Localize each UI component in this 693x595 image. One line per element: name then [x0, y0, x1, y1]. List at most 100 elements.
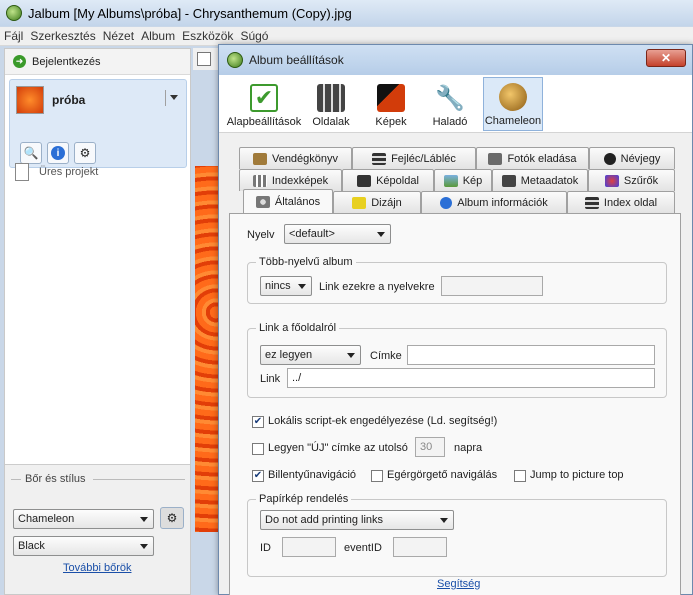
filter-icon	[604, 174, 619, 187]
jalbum-logo-icon	[227, 52, 243, 68]
settings-toolbar: ✔ Alapbeállítások Oldalak Képek 🔧 Haladó…	[219, 75, 692, 133]
language-select-value: <default>	[289, 228, 335, 240]
view-icon[interactable]	[197, 52, 211, 66]
window-titlebar: Jalbum [My Albums\próba] - Chrysanthemum…	[0, 0, 693, 26]
project-thumbnail	[16, 86, 44, 114]
tab-guestbook[interactable]: Vendégkönyv	[239, 147, 352, 169]
skin-select-value: Chameleon	[18, 513, 75, 525]
multilang-link-label: Link ezekre a nyelvekre	[319, 281, 435, 293]
images-icon	[377, 84, 405, 112]
chevron-down-icon[interactable]	[170, 95, 178, 100]
general-tab-panel: Nyelv <default> Több-nyelvű album nincs …	[229, 213, 681, 595]
print-select[interactable]: Do not add printing links	[260, 510, 454, 530]
menu-tools[interactable]: Eszközök	[182, 29, 233, 43]
home-link-select-value: ez legyen	[265, 349, 313, 361]
empty-project-item[interactable]: Üres projekt	[15, 163, 98, 181]
album-settings-dialog: Album beállítások ✕ ✔ Alapbeállítások Ol…	[218, 44, 693, 595]
tab-filters[interactable]: Szűrők	[588, 169, 675, 191]
multilang-select-value: nincs	[265, 280, 291, 292]
more-skins-link[interactable]: További bőrök	[63, 562, 132, 574]
id-input[interactable]	[282, 537, 336, 557]
multilang-legend: Több-nyelvű album	[256, 256, 356, 268]
toolbar-label: Oldalak	[312, 116, 350, 128]
keyboard-nav-label: Billentyűnavigáció	[268, 469, 357, 481]
tab-thumbnails[interactable]: Indexképek	[239, 169, 342, 191]
multilang-select[interactable]: nincs	[260, 276, 312, 296]
multilang-link-input[interactable]	[441, 276, 543, 296]
settings-gear-icon[interactable]: ⚙	[74, 142, 96, 164]
login-row[interactable]: ➜ Bejelentkezés	[5, 49, 190, 75]
tab-label: Névjegy	[620, 152, 661, 165]
close-button[interactable]: ✕	[646, 49, 686, 67]
design-icon	[352, 196, 367, 209]
style-select[interactable]: Black	[13, 536, 154, 556]
toolbar-images-button[interactable]: Képek	[367, 77, 415, 131]
project-name: próba	[52, 93, 86, 107]
tab-label: Indexképek	[271, 174, 329, 187]
tab-about[interactable]: Névjegy	[589, 147, 675, 169]
header-footer-icon	[372, 152, 387, 165]
toolbar-advanced-button[interactable]: 🔧 Haladó	[425, 77, 475, 131]
toolbar-pages-button[interactable]: Oldalak	[307, 77, 355, 131]
language-label: Nyelv	[247, 229, 275, 241]
keyboard-nav-checkbox[interactable]: ✔	[252, 470, 264, 482]
tab-metadata[interactable]: Metaadatok	[492, 169, 588, 191]
tab-label: Vendégkönyv	[271, 152, 339, 165]
toolbar-general-button[interactable]: ✔ Alapbeállítások	[225, 77, 303, 131]
menu-view[interactable]: Nézet	[103, 29, 134, 43]
tab-header-footer[interactable]: Fejléc/Lábléc	[352, 147, 476, 169]
chevron-down-icon	[347, 353, 355, 358]
menu-album[interactable]: Album	[141, 29, 175, 43]
picture-icon	[443, 174, 458, 187]
menu-help[interactable]: Súgó	[240, 29, 268, 43]
new-days-input[interactable]: 30	[415, 437, 445, 457]
skin-settings-gear-icon[interactable]: ⚙	[160, 507, 184, 529]
search-icon[interactable]: 🔍	[20, 142, 42, 164]
home-link-select[interactable]: ez legyen	[260, 345, 361, 365]
skin-section-title: Bőr és stílus	[25, 473, 86, 485]
new-label-prefix: Legyen "ÚJ" címke az utolsó	[268, 442, 408, 454]
chevron-down-icon	[440, 518, 448, 523]
project-panel: ➜ Bejelentkezés próba 🔍 i ⚙ Üres projekt…	[4, 48, 191, 595]
help-link[interactable]: Segítség	[437, 578, 480, 590]
print-select-value: Do not add printing links	[265, 514, 384, 526]
jalbum-logo-icon	[6, 5, 22, 21]
tab-image[interactable]: Kép	[434, 169, 492, 191]
tab-design[interactable]: Dizájn	[333, 191, 421, 213]
label-input[interactable]	[407, 345, 655, 365]
local-scripts-label: Lokális script-ek engedélyezése (Ld. seg…	[268, 415, 498, 427]
toolbar-label: Haladó	[432, 116, 468, 128]
image-page-icon	[357, 174, 372, 187]
divider	[165, 90, 166, 106]
new-label-checkbox[interactable]	[252, 443, 264, 455]
event-id-input[interactable]	[393, 537, 447, 557]
local-scripts-checkbox[interactable]: ✔	[252, 416, 264, 428]
home-link-legend: Link a főoldalról	[256, 322, 340, 334]
mouse-wheel-checkbox[interactable]	[371, 470, 383, 482]
skin-style-section: Bőr és stílus Chameleon ⚙ Black További …	[5, 464, 190, 594]
toolbar-label: Alapbeállítások	[226, 116, 302, 128]
divider	[11, 479, 21, 480]
event-id-label: eventID	[344, 542, 382, 554]
menu-file[interactable]: Fájl	[4, 29, 23, 43]
chevron-down-icon	[140, 544, 148, 549]
language-select[interactable]: <default>	[284, 224, 391, 244]
tab-label: Általános	[274, 195, 321, 208]
tab-label: Fotók eladása	[507, 152, 577, 165]
tab-album-info[interactable]: Album információk	[421, 191, 567, 213]
menu-edit[interactable]: Szerkesztés	[30, 29, 95, 43]
tab-index-page[interactable]: Index oldal	[567, 191, 675, 213]
tab-image-page[interactable]: Képoldal	[342, 169, 434, 191]
tab-general[interactable]: Általános	[243, 189, 333, 213]
project-card[interactable]: próba 🔍 i ⚙	[9, 79, 187, 168]
new-label-suffix: napra	[454, 442, 483, 454]
tab-label: Kép	[462, 174, 483, 187]
link-input[interactable]: ../	[287, 368, 655, 388]
info-icon[interactable]: i	[47, 142, 69, 164]
toolbar-label: Képek	[375, 116, 407, 128]
toolbar-label: Chameleon	[484, 115, 542, 127]
toolbar-chameleon-button[interactable]: Chameleon	[483, 77, 543, 131]
jump-top-checkbox[interactable]	[514, 470, 526, 482]
skin-select[interactable]: Chameleon	[13, 509, 154, 529]
tab-sell-photos[interactable]: Fotók eladása	[476, 147, 589, 169]
